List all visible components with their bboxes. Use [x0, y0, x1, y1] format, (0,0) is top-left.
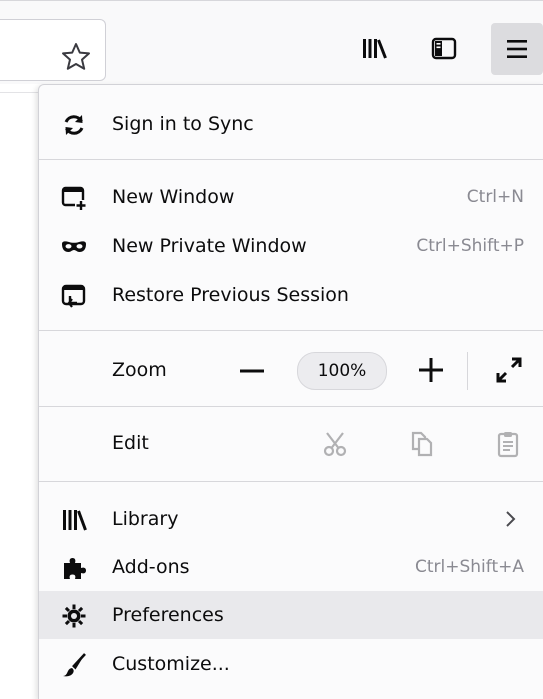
hamburger-menu-icon — [507, 40, 527, 58]
open-menu-button[interactable] — [491, 23, 543, 75]
preferences-item[interactable]: Preferences — [39, 591, 543, 639]
new-window-label: New Window — [112, 186, 235, 208]
cut-icon[interactable] — [321, 429, 351, 459]
zoom-out-button[interactable] — [237, 356, 267, 386]
sidebar-icon — [431, 37, 457, 60]
zoom-divider — [467, 352, 468, 390]
library-item[interactable]: Library — [39, 495, 543, 543]
separator — [39, 159, 543, 160]
new-window-shortcut: Ctrl+N — [466, 187, 524, 207]
preferences-label: Preferences — [112, 604, 224, 626]
new-window-item[interactable]: New Window Ctrl+N — [39, 173, 543, 221]
library-icon — [63, 510, 87, 531]
separator — [39, 406, 543, 407]
new-private-window-label: New Private Window — [112, 235, 307, 257]
restore-previous-session-item[interactable]: Restore Previous Session — [39, 271, 543, 319]
add-ons-item[interactable]: Add-ons Ctrl+Shift+A — [39, 543, 543, 591]
sync-label: Sign in to Sync — [112, 113, 254, 135]
star-icon — [62, 43, 90, 70]
paintbrush-icon — [63, 653, 86, 677]
url-bar[interactable] — [0, 19, 106, 81]
new-window-icon — [61, 186, 87, 211]
navigation-toolbar — [0, 0, 543, 85]
puzzle-piece-icon — [64, 558, 86, 579]
zoom-controls: Zoom 100% — [39, 344, 543, 396]
sidebar-toolbar-button[interactable] — [420, 25, 466, 71]
zoom-reset-button[interactable]: 100% — [297, 352, 387, 390]
new-private-window-shortcut: Ctrl+Shift+P — [416, 236, 524, 256]
new-private-window-item[interactable]: New Private Window Ctrl+Shift+P — [39, 222, 543, 270]
separator — [39, 481, 543, 482]
add-ons-label: Add-ons — [112, 556, 190, 578]
zoom-label: Zoom — [112, 359, 167, 381]
bookmark-star-button[interactable] — [56, 37, 96, 77]
library-icon — [363, 39, 387, 59]
private-mask-icon — [62, 241, 86, 252]
copy-icon[interactable] — [407, 429, 437, 459]
page-divider — [0, 92, 38, 93]
add-ons-shortcut: Ctrl+Shift+A — [414, 557, 524, 577]
separator — [39, 330, 543, 331]
customize-label: Customize... — [112, 653, 230, 675]
paste-icon[interactable] — [493, 429, 523, 459]
restore-session-icon — [61, 284, 86, 308]
edit-label: Edit — [112, 432, 149, 454]
zoom-in-button[interactable] — [415, 354, 447, 386]
fullscreen-icon[interactable] — [493, 354, 525, 386]
app-menu-panel: Sign in to Sync New Window Ctrl+N New Pr… — [38, 84, 543, 699]
restore-session-label: Restore Previous Session — [112, 284, 349, 306]
library-label: Library — [112, 508, 179, 530]
gear-icon — [62, 604, 86, 628]
edit-controls: Edit — [39, 419, 543, 467]
library-toolbar-button[interactable] — [350, 25, 396, 71]
sign-in-to-sync-item[interactable]: Sign in to Sync — [39, 100, 543, 148]
sync-icon — [64, 115, 84, 135]
customize-item[interactable]: Customize... — [39, 640, 543, 688]
chevron-right-icon — [506, 511, 516, 527]
